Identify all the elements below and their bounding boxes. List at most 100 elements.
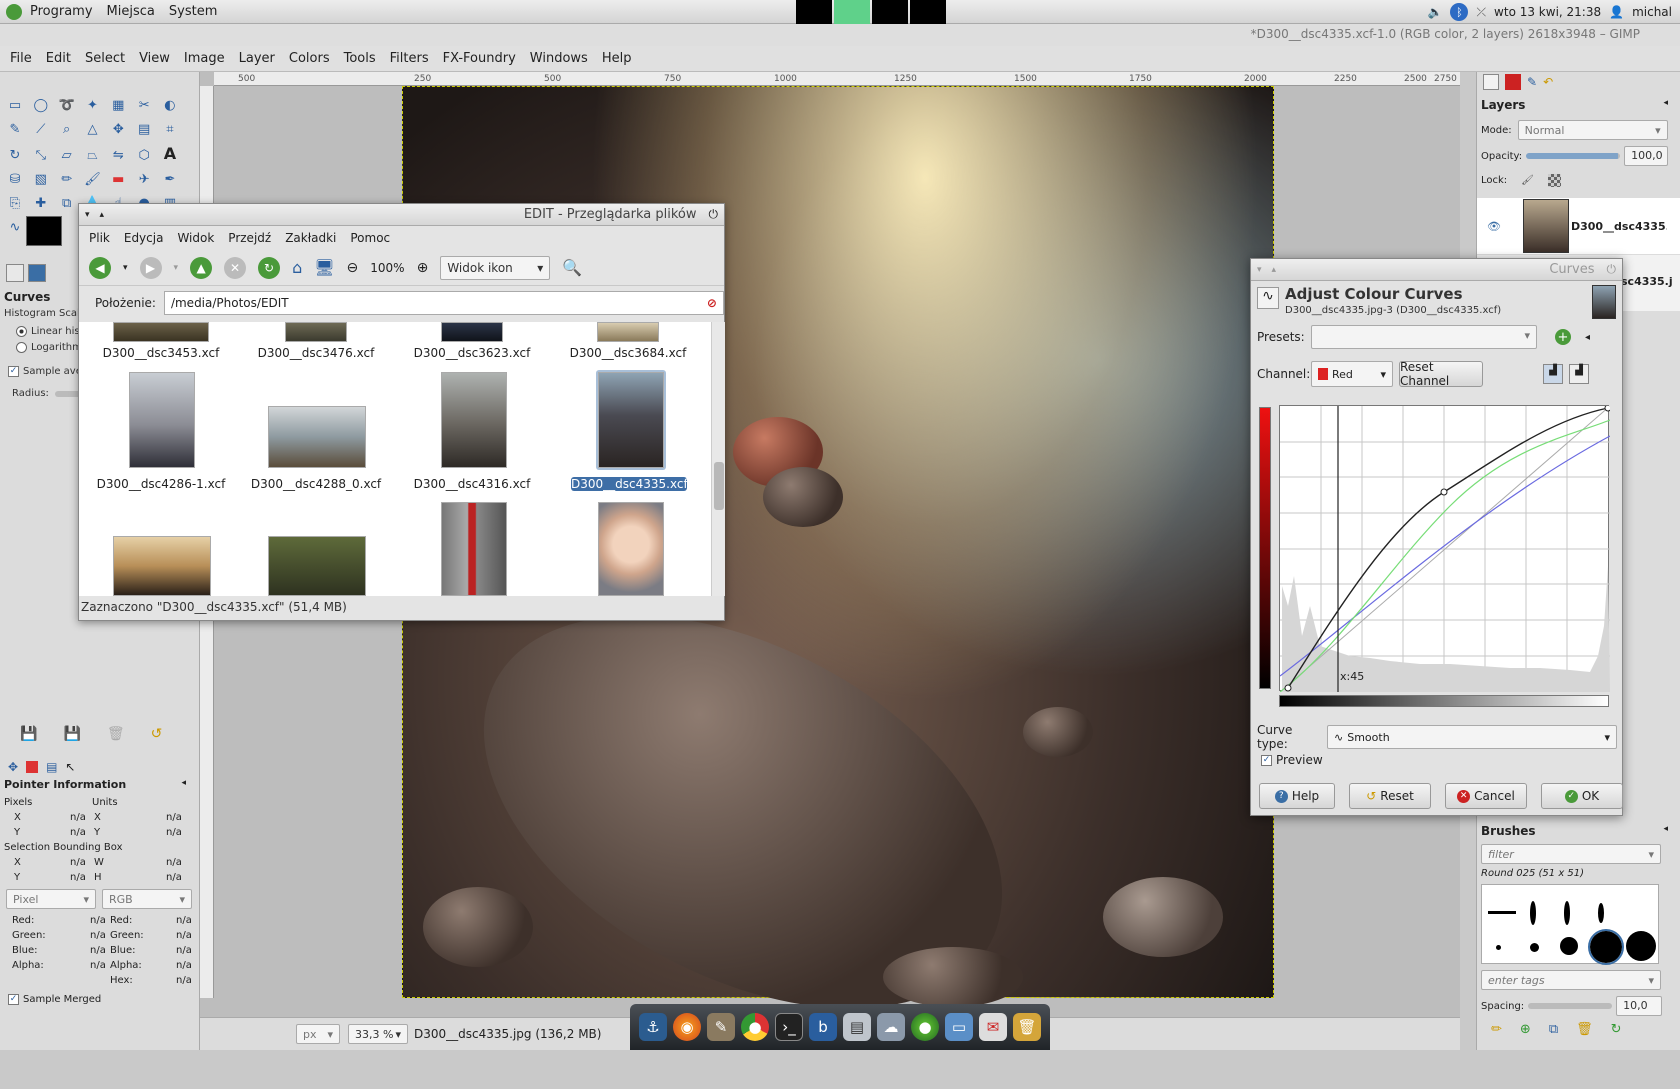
back-icon[interactable]: ◀ bbox=[89, 256, 111, 279]
brush-ellipse[interactable] bbox=[1530, 901, 1536, 925]
menu-system[interactable]: System bbox=[169, 4, 217, 19]
workspace-3[interactable] bbox=[872, 0, 908, 24]
menu-edycja[interactable]: Edycja bbox=[124, 231, 164, 245]
menu-widok[interactable]: Widok bbox=[177, 231, 214, 245]
anchor-icon[interactable]: ⚓ bbox=[639, 1013, 667, 1041]
horizontal-ruler[interactable]: 500 250 500 750 1000 1250 1500 1750 2000… bbox=[214, 72, 1460, 86]
dock-tab-move-icon[interactable]: ✥ bbox=[8, 760, 18, 774]
zoom-tool-icon[interactable]: ⌕ bbox=[57, 120, 77, 140]
curves-graph[interactable]: x:45 bbox=[1279, 405, 1610, 692]
chrome-icon[interactable]: ● bbox=[741, 1013, 769, 1041]
terminal-icon[interactable]: ›_ bbox=[775, 1013, 803, 1041]
sample-merged-check[interactable]: ✓ Sample Merged bbox=[0, 994, 196, 1005]
dock-tab-pointer-icon[interactable]: ↖ bbox=[65, 760, 75, 774]
linear-histogram-icon[interactable]: ▟ bbox=[1543, 364, 1563, 384]
save-options-icon[interactable]: 💾 bbox=[20, 726, 37, 742]
lock-alpha-icon[interactable] bbox=[1547, 174, 1561, 187]
curve-type-select[interactable]: ∿ Smooth ▾ bbox=[1327, 725, 1617, 749]
eraser-icon[interactable]: ▬ bbox=[108, 170, 128, 190]
curves-tool-icon[interactable]: ∿ bbox=[5, 218, 25, 238]
scrollbar-thumb[interactable] bbox=[714, 462, 724, 510]
paths-tab-icon[interactable]: ✎ bbox=[1527, 75, 1537, 89]
files-icon[interactable]: ▤ bbox=[843, 1013, 871, 1041]
pointer-info-collapse-icon[interactable]: ◂ bbox=[181, 778, 186, 788]
window-menu-icon[interactable]: ▾ bbox=[85, 210, 90, 220]
brush-ellipse[interactable] bbox=[1564, 901, 1570, 925]
file-thumbnail[interactable] bbox=[268, 536, 366, 596]
shear-icon[interactable]: ▱ bbox=[57, 146, 77, 166]
device-status-tab-icon[interactable] bbox=[28, 264, 46, 282]
brush-dot-large[interactable] bbox=[1560, 937, 1578, 955]
user-name[interactable]: michal bbox=[1632, 5, 1672, 19]
brushes-collapse-icon[interactable]: ◂ bbox=[1663, 824, 1668, 834]
ok-button[interactable]: ✓ OK bbox=[1541, 783, 1623, 809]
presets-select[interactable]: ▾ bbox=[1311, 325, 1537, 349]
file-name-selected[interactable]: D300__dsc4335.xcf bbox=[571, 477, 688, 491]
clone-icon[interactable]: ⎘ bbox=[5, 194, 25, 214]
location-input[interactable]: /media/Photos/EDIT ⊘ bbox=[163, 291, 724, 315]
volume-icon[interactable]: 🔈 bbox=[1427, 5, 1442, 19]
brush-dot-small[interactable] bbox=[1496, 945, 1501, 950]
file-name[interactable]: D300__dsc4288_0.xcf bbox=[241, 477, 391, 491]
menu-plik[interactable]: Plik bbox=[89, 231, 110, 245]
menu-przejdz[interactable]: Przejdź bbox=[228, 231, 271, 245]
workspace-2[interactable] bbox=[834, 0, 870, 24]
network-icon[interactable]: ⤫ bbox=[1476, 5, 1486, 20]
linear-radio-icon[interactable] bbox=[16, 326, 27, 337]
file-icon-view[interactable]: D300__dsc3453.xcf D300__dsc3476.xcf D300… bbox=[79, 322, 711, 596]
move-icon[interactable]: ✥ bbox=[108, 120, 128, 140]
menu-select[interactable]: Select bbox=[85, 51, 125, 66]
menu-miejsca[interactable]: Miejsca bbox=[107, 4, 155, 19]
weather-icon[interactable]: ☁ bbox=[877, 1013, 905, 1041]
pixel-mode-select[interactable]: Pixel ▾ bbox=[6, 889, 96, 909]
window-menu-icon[interactable]: ▾ bbox=[1257, 265, 1262, 275]
restore-options-icon[interactable]: 💾 bbox=[63, 726, 80, 742]
file-thumbnail[interactable] bbox=[441, 502, 507, 596]
search-icon[interactable]: 🔍 bbox=[562, 258, 582, 277]
perspective-icon[interactable]: ⏢ bbox=[82, 146, 102, 166]
brush-dot-selected[interactable] bbox=[1588, 929, 1624, 965]
view-mode-select[interactable]: Widok ikon ▾ bbox=[440, 255, 551, 280]
fg-bg-colors[interactable] bbox=[26, 216, 62, 246]
clear-location-icon[interactable]: ⊘ bbox=[707, 296, 717, 310]
menu-help[interactable]: Help bbox=[602, 51, 632, 66]
computer-icon[interactable]: 🖥 bbox=[314, 258, 334, 277]
menu-colors[interactable]: Colors bbox=[289, 51, 330, 66]
spacing-value[interactable]: 10,0 bbox=[1616, 996, 1663, 1016]
bluetooth-icon[interactable]: ᛒ bbox=[1450, 3, 1469, 21]
menu-fx-foundry[interactable]: FX-Foundry bbox=[443, 51, 516, 66]
window-list-icon[interactable]: ▭ bbox=[945, 1013, 973, 1041]
cage-icon[interactable]: ⬡ bbox=[134, 146, 154, 166]
file-name[interactable]: D300__dsc3453.xcf bbox=[86, 346, 236, 360]
fuzzy-select-icon[interactable]: ✦ bbox=[82, 96, 102, 116]
workspace-4[interactable] bbox=[910, 0, 946, 24]
menu-layer[interactable]: Layer bbox=[239, 51, 275, 66]
ink-icon[interactable]: ✒ bbox=[160, 170, 180, 190]
stop-icon[interactable]: ✕ bbox=[224, 256, 247, 279]
help-button[interactable]: ? Help bbox=[1259, 783, 1335, 809]
gimp-icon[interactable]: ✎ bbox=[707, 1013, 735, 1041]
preview-checkbox-icon[interactable]: ✓ bbox=[1261, 754, 1272, 766]
file-thumbnail[interactable] bbox=[441, 372, 507, 468]
rotate-icon[interactable]: ↻ bbox=[5, 146, 25, 166]
measure-icon[interactable]: △ bbox=[82, 120, 102, 140]
brush-dot-xl[interactable] bbox=[1626, 931, 1656, 961]
undo-tab-icon[interactable]: ↶ bbox=[1543, 75, 1553, 89]
tool-options-tab-icon[interactable] bbox=[6, 264, 24, 282]
log-radio[interactable]: Logarithm bbox=[16, 342, 82, 353]
log-histogram-icon[interactable]: ▟ bbox=[1569, 364, 1589, 384]
chevron-down-icon[interactable]: ▾ bbox=[174, 263, 179, 273]
duplicate-brush-icon[interactable]: ⧉ bbox=[1549, 1022, 1558, 1037]
file-name[interactable]: D300__dsc3684.xcf bbox=[553, 346, 703, 360]
mail-icon[interactable]: ✉ bbox=[979, 1013, 1007, 1041]
eye-icon[interactable]: 👁 bbox=[1487, 220, 1501, 233]
file-thumbnail-selected[interactable] bbox=[598, 372, 664, 468]
menu-view[interactable]: View bbox=[139, 51, 170, 66]
menu-filters[interactable]: Filters bbox=[390, 51, 429, 66]
pencil-icon[interactable]: ✏ bbox=[57, 170, 77, 190]
crop-icon[interactable]: ⌗ bbox=[160, 120, 180, 140]
unit-select[interactable]: px ▾ bbox=[296, 1024, 340, 1044]
add-preset-icon[interactable]: + bbox=[1555, 329, 1571, 345]
paintbrush-icon[interactable]: 🖌 bbox=[82, 170, 102, 190]
foreground-select-icon[interactable]: ◐ bbox=[160, 96, 180, 116]
